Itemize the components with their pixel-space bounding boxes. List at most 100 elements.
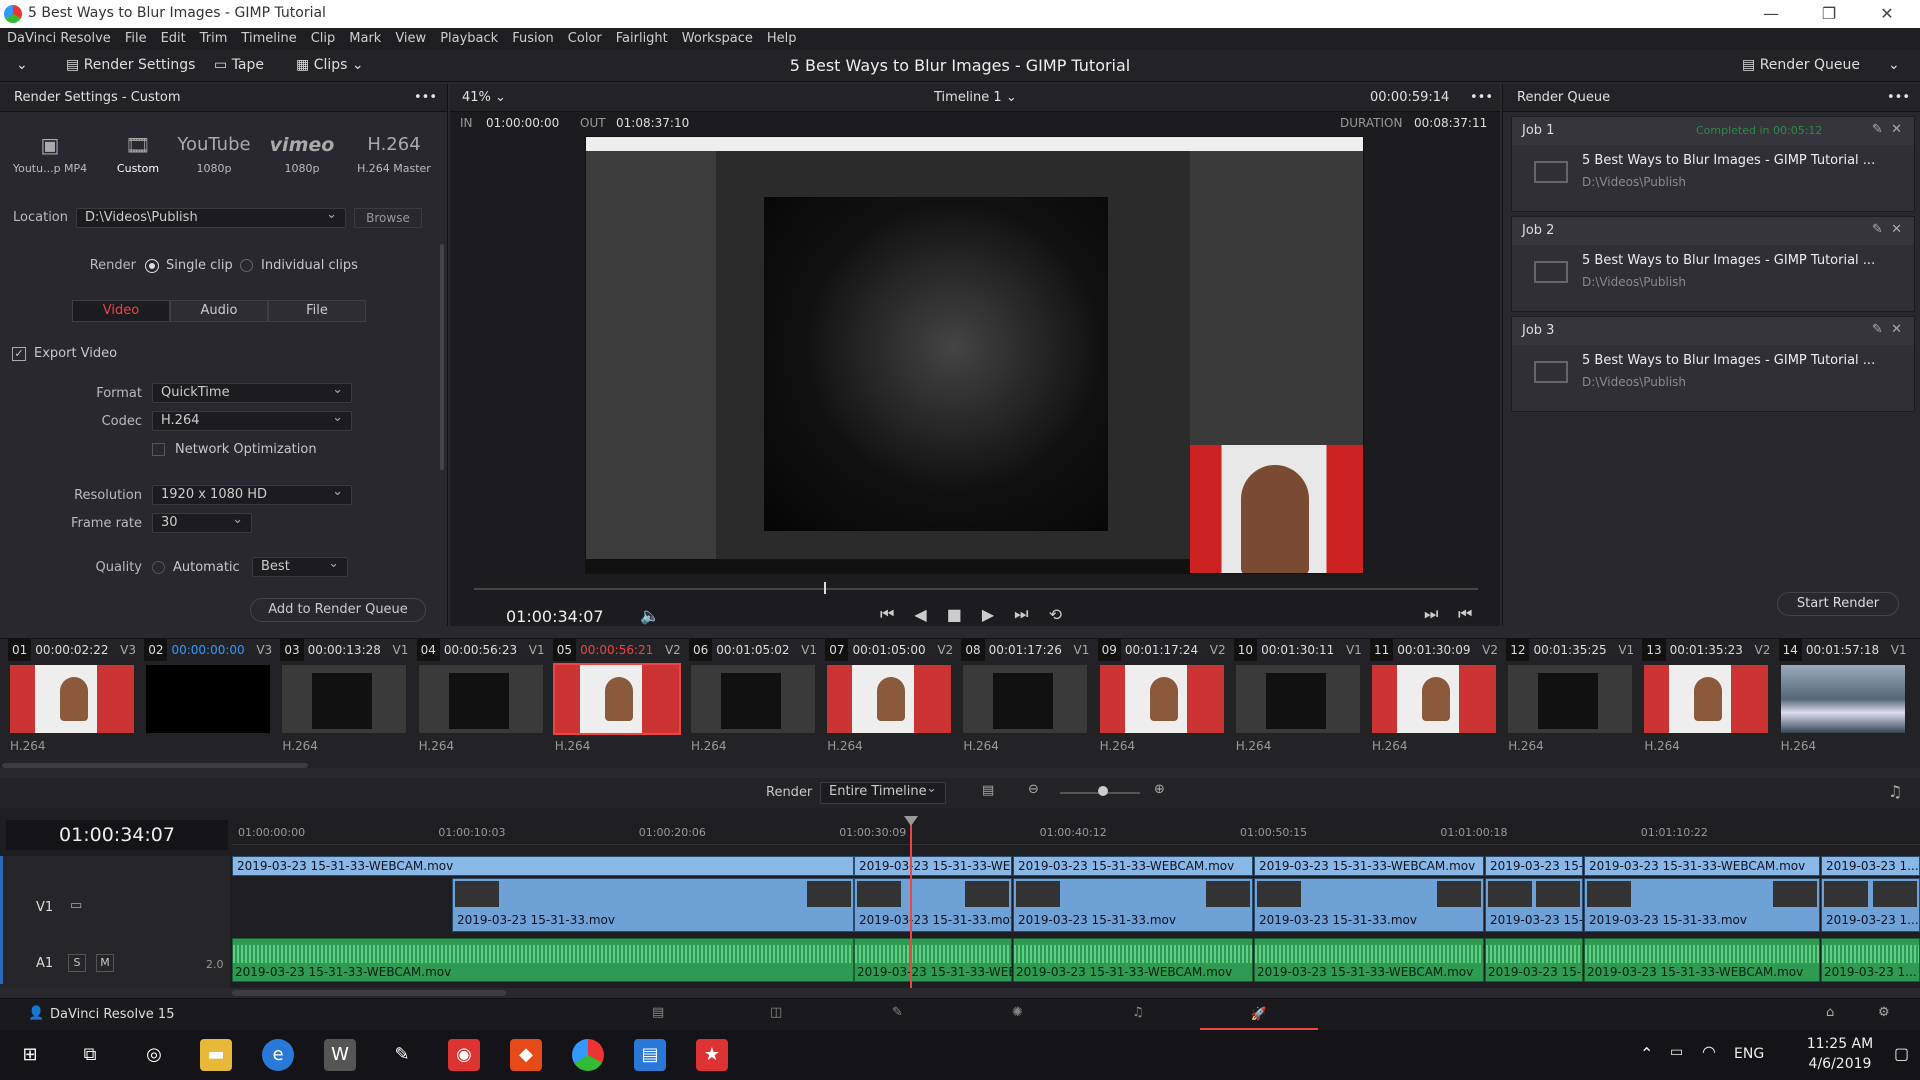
solo-button[interactable]: S: [68, 954, 86, 972]
menu-fairlight[interactable]: Fairlight: [616, 28, 668, 50]
davinci-resolve-icon[interactable]: [572, 1039, 604, 1071]
delete-icon[interactable]: ✕: [1891, 122, 1902, 137]
menu-davinci[interactable]: DaVinci Resolve: [7, 28, 111, 50]
gimp-icon[interactable]: ✎: [386, 1039, 418, 1071]
edit-page-icon[interactable]: ✎: [892, 1005, 903, 1020]
wordpad-icon[interactable]: W: [324, 1039, 356, 1071]
clip-thumbnail[interactable]: 14 00:01:57:18 V1 H.264: [1775, 639, 1911, 759]
framerate-select[interactable]: 30: [152, 512, 252, 533]
timeline-video-clip[interactable]: 2019-03-23 15-31-33.mov: [1013, 878, 1253, 932]
timeline-video-clip[interactable]: 2019-03-23 15-31-33.mov: [1254, 878, 1484, 932]
go-to-start-icon[interactable]: ⏮: [880, 604, 894, 624]
clips-button[interactable]: ▦ Clips ⌄: [296, 57, 364, 73]
edge-icon[interactable]: e: [262, 1039, 294, 1071]
timeline-webcam-clip[interactable]: 2019-03-23 15-...: [1485, 856, 1583, 876]
scrubber-track[interactable]: [474, 588, 1478, 590]
notifications-icon[interactable]: ▢: [1894, 1044, 1909, 1063]
step-back-icon[interactable]: ◀: [914, 605, 926, 624]
single-clip-radio[interactable]: Single clip: [146, 258, 233, 273]
preset-youtube-mp4[interactable]: ▣ Youtu...p MP4: [8, 128, 92, 175]
zoom-slider-handle[interactable]: [1098, 786, 1108, 796]
clock-date[interactable]: 4/6/2019: [1800, 1056, 1880, 1072]
tab-video[interactable]: Video: [72, 300, 170, 322]
timeline-audio-clip[interactable]: 2019-03-23 15-31-33-WEBCAM.mov: [1013, 938, 1253, 982]
clip-thumbnail[interactable]: 08 00:01:17:26 V1 H.264: [957, 639, 1093, 759]
file-explorer-icon[interactable]: ▬: [200, 1039, 232, 1071]
media-page-icon[interactable]: ▤: [652, 1005, 664, 1020]
menu-trim[interactable]: Trim: [200, 28, 228, 50]
export-video-checkbox[interactable]: ✓ Export Video: [12, 346, 117, 361]
timeline-select[interactable]: Timeline 1 ⌄: [934, 90, 1017, 105]
resolution-select[interactable]: 1920 x 1080 HD: [152, 484, 352, 505]
clip-thumbnail[interactable]: 06 00:01:05:02 V1 H.264: [685, 639, 821, 759]
clip-thumbnail[interactable]: 03 00:00:13:28 V1 H.264: [276, 639, 412, 759]
timeline-audio-clip[interactable]: 2019-03-23 1...: [1821, 938, 1920, 982]
timeline-video-clip[interactable]: 2019-03-23 15-...: [1485, 878, 1583, 932]
quality-select[interactable]: Best: [252, 556, 348, 577]
track-view-icon[interactable]: ▤: [982, 783, 994, 798]
wifi-icon[interactable]: ◠: [1702, 1042, 1716, 1061]
restore-icon[interactable]: ❐: [1806, 2, 1852, 26]
edit-icon[interactable]: ✎: [1872, 222, 1883, 237]
timeline-webcam-clip[interactable]: 2019-03-23 15-31-33-WEBCAM.mov: [1013, 856, 1253, 876]
task-view-icon[interactable]: ⧉: [74, 1039, 106, 1071]
clip-thumbnail[interactable]: 01 00:00:02:22 V3 H.264: [4, 639, 140, 759]
menu-playback[interactable]: Playback: [440, 28, 498, 50]
clips-scrollbar[interactable]: [2, 763, 308, 768]
timeline-scrollbar[interactable]: [232, 990, 506, 996]
format-select[interactable]: QuickTime: [152, 382, 352, 403]
menu-help[interactable]: Help: [767, 28, 797, 50]
mute-button[interactable]: M: [96, 954, 114, 972]
delete-icon[interactable]: ✕: [1891, 322, 1902, 337]
clip-thumbnail[interactable]: 11 00:01:30:09 V2 H.264: [1366, 639, 1502, 759]
individual-clips-radio[interactable]: Individual clips: [240, 258, 358, 273]
timeline-audio-clip[interactable]: 2019-03-23 15-31-33-WEBCAM.mov: [232, 938, 854, 982]
obs-icon[interactable]: ◎: [138, 1039, 170, 1071]
next-edit-icon[interactable]: ⏭: [1424, 604, 1438, 624]
fusion-page-icon[interactable]: ✺: [1012, 1005, 1023, 1020]
timeline-audio-clip[interactable]: 2019-03-23 15-...: [1485, 938, 1593, 982]
menu-edit[interactable]: Edit: [161, 28, 186, 50]
zoom-out-icon[interactable]: ⊖: [1028, 782, 1039, 797]
home-icon[interactable]: ⌂: [1826, 1005, 1834, 1020]
settings-scrollbar[interactable]: [440, 244, 444, 470]
close-icon[interactable]: ✕: [1864, 2, 1910, 26]
clip-thumbnail[interactable]: 09 00:01:17:24 V2 H.264: [1094, 639, 1230, 759]
quality-automatic-radio[interactable]: Automatic: [152, 560, 240, 575]
settings-gear-icon[interactable]: ⚙: [1878, 1005, 1890, 1020]
preset-h264-master[interactable]: H.264 H.264 Master: [352, 128, 436, 175]
options-icon[interactable]: •••: [414, 90, 437, 105]
tab-file[interactable]: File: [268, 300, 366, 322]
clip-thumbnail[interactable]: 13 00:01:35:23 V2 H.264: [1638, 639, 1774, 759]
codec-select[interactable]: H.264: [152, 410, 352, 431]
panel-toggle-icon[interactable]: ⌄: [16, 57, 28, 73]
timeline-webcam-clip[interactable]: 2019-03-23 15-31-33-WEBCAM.mov: [232, 856, 854, 876]
timeline-webcam-clip[interactable]: 2019-03-23 15-31-33-WEBCAM.mov: [1254, 856, 1484, 876]
minimize-icon[interactable]: —: [1748, 2, 1794, 26]
timeline-video-clip[interactable]: 2019-03-23 1...: [1821, 878, 1920, 932]
viewer-options-icon[interactable]: •••: [1470, 90, 1493, 105]
timeline-webcam-clip[interactable]: 2019-03-23 15-31-33-WEBC...: [854, 856, 1012, 876]
timeline-webcam-clip[interactable]: 2019-03-23 1...: [1821, 856, 1920, 876]
volume-icon[interactable]: 🔈: [640, 606, 660, 625]
render-job-1[interactable]: Job 1 Completed in 00:05:12 ✎ ✕ 5 Best Way…: [1511, 116, 1915, 212]
timeline-webcam-clip[interactable]: 2019-03-23 15-31-33-WEBCAM.mov: [1584, 856, 1820, 876]
camera-app-icon[interactable]: ◉: [448, 1039, 480, 1071]
preset-custom[interactable]: 🎞 Custom: [96, 128, 180, 175]
clip-thumbnail[interactable]: 04 00:00:56:23 V1 H.264: [413, 639, 549, 759]
battery-icon[interactable]: ▭: [1670, 1044, 1683, 1060]
menu-color[interactable]: Color: [568, 28, 602, 50]
fairlight-page-icon[interactable]: ♫: [1132, 1005, 1144, 1020]
prev-edit-icon[interactable]: ⏮: [1458, 604, 1472, 624]
timeline-audio-clip[interactable]: 2019-03-23 15-31-33-WEBC...: [854, 938, 1036, 982]
clip-thumbnail[interactable]: 10 00:01:30:11 V1 H.264: [1230, 639, 1366, 759]
scrubber-playhead[interactable]: [824, 582, 826, 594]
delete-icon[interactable]: ✕: [1891, 222, 1902, 237]
timeline-audio-clip[interactable]: 2019-03-23 15-31-33-WEBCAM.mov: [1584, 938, 1820, 982]
preset-youtube-1080p[interactable]: YouTube 1080p: [172, 128, 256, 175]
timeline-playhead[interactable]: [910, 818, 912, 988]
render-job-2[interactable]: Job 2 ✎ ✕ 5 Best Ways to Blur Images - GI…: [1511, 216, 1915, 312]
stop-icon[interactable]: ■: [947, 605, 962, 624]
language-indicator[interactable]: ENG: [1734, 1046, 1764, 1062]
tape-button[interactable]: ▭ Tape: [214, 57, 264, 73]
